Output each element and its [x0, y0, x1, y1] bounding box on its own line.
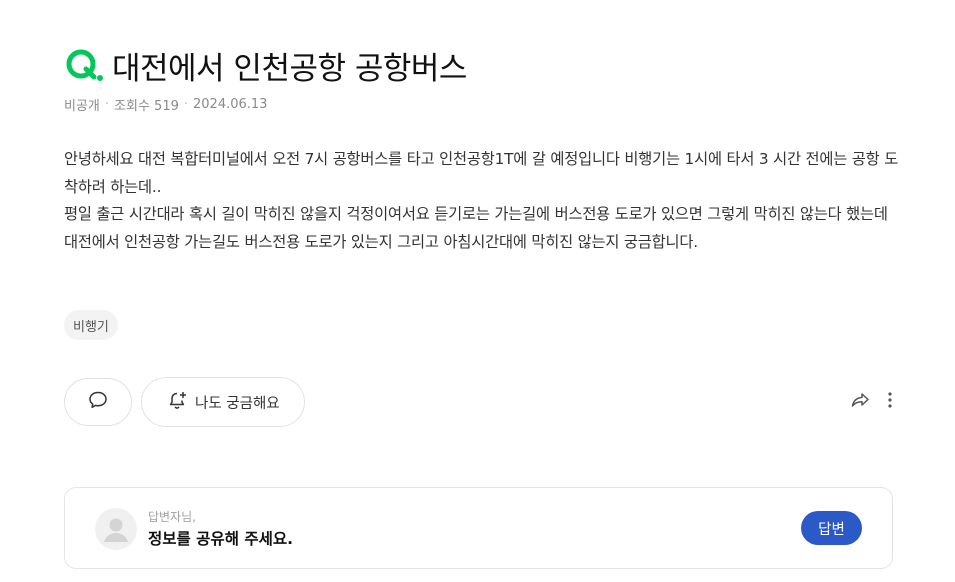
post-date: 2024.06.13 [193, 97, 268, 112]
tag-chip[interactable]: 비행기 [64, 310, 118, 340]
q-mark-icon [64, 45, 104, 85]
body-paragraph: 평일 출근 시간대라 혹시 길이 막히진 않을지 걱정이여서요 듣기로는 가는길… [64, 205, 888, 251]
more-button[interactable] [887, 391, 893, 413]
answer-box[interactable]: 답변자님, 정보를 공유해 주세요. 답변 [64, 487, 893, 569]
view-count: 조회수 519 [114, 99, 179, 114]
meta-separator: · [183, 97, 188, 112]
body-paragraph: 안녕하세요 대전 복합터미널에서 오전 7시 공항버스를 타고 인천공항1T에 … [64, 150, 899, 196]
answer-button[interactable]: 답변 [801, 511, 862, 545]
user-avatar-icon [95, 508, 137, 550]
visibility-label: 비공개 [64, 99, 100, 114]
action-bar: 나도 궁금해요 [64, 377, 893, 427]
share-arrow-icon [849, 389, 871, 415]
more-vertical-icon [887, 391, 893, 413]
share-button[interactable] [849, 389, 871, 415]
speech-bubble-icon [87, 389, 109, 415]
answer-prompt: 정보를 공유해 주세요. [148, 530, 294, 548]
curious-button-label: 나도 궁금해요 [195, 395, 280, 412]
question-meta: 비공개 · 조회수 519 · 2024.06.13 [64, 95, 267, 114]
meta-separator: · [104, 97, 110, 112]
action-right-group [849, 389, 893, 415]
curious-button[interactable]: 나도 궁금해요 [141, 377, 305, 427]
comment-button[interactable] [64, 378, 132, 426]
page-title: 대전에서 인천공항 공항버스 [112, 50, 467, 87]
answerer-name: 답변자님, [148, 510, 196, 524]
bell-plus-icon [167, 389, 189, 415]
question-body: 안녕하세요 대전 복합터미널에서 오전 7시 공항버스를 타고 인천공항1T에 … [64, 146, 900, 256]
question-header: 대전에서 인천공항 공항버스 [64, 40, 467, 90]
